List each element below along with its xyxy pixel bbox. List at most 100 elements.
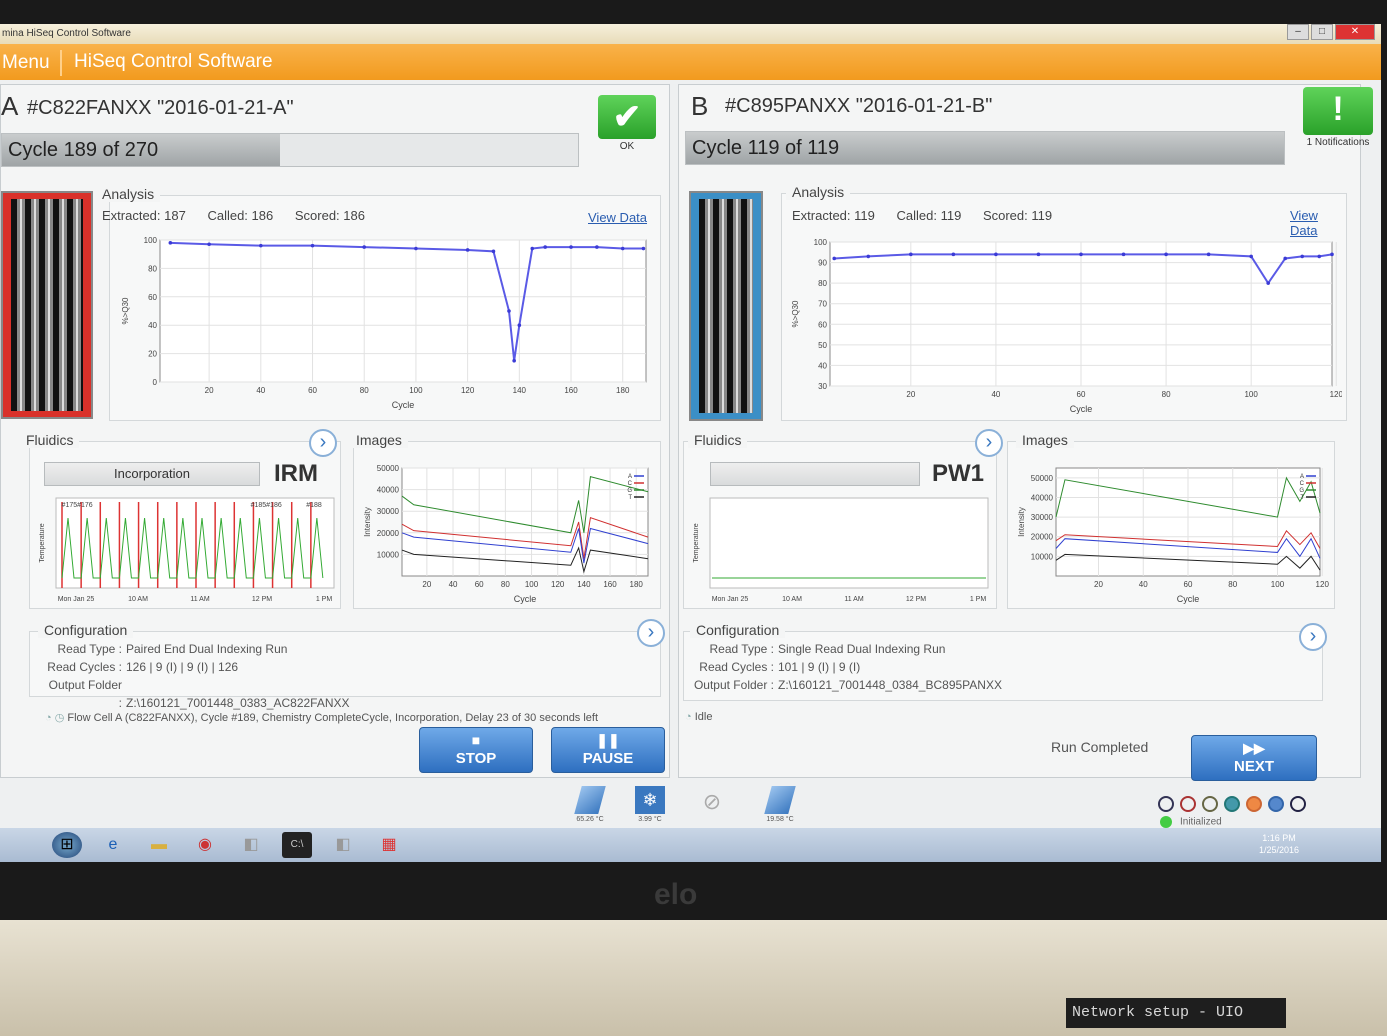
y-tick-label: 80 xyxy=(818,279,827,288)
x-tick-label: 120 xyxy=(551,580,565,589)
pause-icon: ❚❚ xyxy=(596,732,620,748)
x-tick-label: 60 xyxy=(475,580,484,589)
legend-label: T xyxy=(1300,495,1304,501)
maximize-button[interactable]: □ xyxy=(1311,24,1333,40)
pause-label: PAUSE xyxy=(582,750,634,767)
x-tick-label: 20 xyxy=(906,390,915,399)
explorer-taskbar-button[interactable]: ▬ xyxy=(144,832,174,858)
flowcell-image[interactable] xyxy=(1,191,93,419)
system-icon[interactable] xyxy=(1180,796,1196,812)
configuration-expand-button[interactable]: › xyxy=(1299,623,1327,651)
stop-button[interactable]: ■ STOP xyxy=(419,727,533,773)
minimize-button[interactable]: – xyxy=(1287,24,1309,40)
images-box: Images 20 40 60 80 100 120 140 160 180 10000 20000… xyxy=(350,432,661,609)
taskbar-clock[interactable]: 1:16 PM 1/25/2016 xyxy=(1259,832,1299,856)
q30-point xyxy=(512,358,516,363)
cycle-text: Cycle 189 of 270 xyxy=(8,139,159,161)
x-tick-label: 80 xyxy=(1162,390,1171,399)
system-icon[interactable] xyxy=(1202,796,1218,812)
y-tick-label: 80 xyxy=(148,264,157,273)
q30-point xyxy=(414,246,418,251)
y-tick-label: 70 xyxy=(818,300,827,309)
q30-point xyxy=(1317,254,1322,259)
fast-forward-icon: ▶▶ xyxy=(1243,740,1265,756)
cooler-sensor[interactable]: ❄ 3.99 °C xyxy=(632,786,668,823)
hcs-taskbar-button[interactable]: ▦ xyxy=(374,832,404,858)
app-taskbar-button[interactable]: ◧ xyxy=(328,832,358,858)
y-tick-label: 30000 xyxy=(1031,513,1054,522)
fluidics-expand-button[interactable]: › xyxy=(975,429,1003,457)
q30-point xyxy=(168,241,173,245)
y-tick-label: 50 xyxy=(818,341,827,350)
analysis-box: Analysis Extracted: 187 Called: 186 Scor… xyxy=(96,186,661,421)
q30-point xyxy=(310,243,315,248)
clock-date: 1/25/2016 xyxy=(1258,845,1299,855)
configuration-list: Read Type : Single Read Dual Indexing Run… xyxy=(688,640,1002,694)
notifications-label: 1 Notifications xyxy=(1306,137,1370,148)
config-key: Read Cycles : xyxy=(47,660,122,674)
view-data-link[interactable]: View Data xyxy=(588,210,647,225)
system-icon[interactable] xyxy=(1290,796,1306,812)
y-axis-label: %>Q30 xyxy=(791,300,800,327)
start-button[interactable]: ⊞ xyxy=(52,832,82,858)
ie-taskbar-button[interactable]: e xyxy=(98,832,128,858)
x-axis-label: Cycle xyxy=(514,594,537,604)
prohibited-icon: ⊘ xyxy=(702,789,722,814)
configuration-expand-button[interactable]: › xyxy=(637,619,665,647)
q30-chart: 20 40 60 80 100 120 30 40 50 60 70 80 90 100 Cycle %>Q3… xyxy=(791,238,1342,414)
close-button[interactable]: ✕ xyxy=(1335,24,1375,40)
system-icon[interactable] xyxy=(1224,796,1240,812)
y-tick-label: 100 xyxy=(144,236,158,245)
fluidics-expand-button[interactable]: › xyxy=(309,429,337,457)
chrome-taskbar-button[interactable]: ◉ xyxy=(190,832,220,858)
q30-point xyxy=(641,246,646,251)
intensity-chart: 20 40 60 80 100 120 140 160 180 10000 20000 30000 40… xyxy=(363,464,649,604)
config-value: 126 | 9 (I) | 9 (I) | 126 xyxy=(126,660,239,674)
cycle-text: Cycle 119 of 119 xyxy=(692,137,840,159)
next-button[interactable]: ▶▶ NEXT xyxy=(1191,735,1317,781)
x-tick-label: 100 xyxy=(525,580,539,589)
flowcell-image[interactable] xyxy=(689,191,763,421)
ok-status-button[interactable]: ✔ xyxy=(598,95,656,139)
configuration-box: Configuration Read Type : Paired End Dual… xyxy=(29,622,661,710)
system-icon[interactable] xyxy=(1268,796,1284,812)
internet-explorer-icon: e xyxy=(108,836,118,853)
y-tick-label: 100 xyxy=(814,238,828,247)
x-tick-label: 80 xyxy=(360,386,369,395)
status-line: ◔ Idle xyxy=(685,711,712,723)
legend-label: G xyxy=(1299,488,1304,494)
disabled-sensor: ⊘ xyxy=(694,788,730,818)
called-count: Called: 186 xyxy=(207,208,274,223)
config-value: Z:\160121_7001448_0383_AC822FANXX xyxy=(126,696,350,710)
menu-button[interactable]: Menu xyxy=(0,50,62,76)
window-title: mina HiSeq Control Software xyxy=(2,28,131,39)
y-tick-label: 40 xyxy=(148,321,157,330)
window-controls: – □ ✕ xyxy=(1287,24,1375,40)
status-icon: ◔ ◷ xyxy=(45,712,68,724)
folder-icon: ▬ xyxy=(151,836,167,853)
exclamation-icon: ! xyxy=(1332,90,1344,128)
system-icon[interactable] xyxy=(1158,796,1174,812)
chevron-right-icon: › xyxy=(319,431,327,453)
stage-icon xyxy=(764,786,796,814)
q30-point xyxy=(259,243,263,248)
app-taskbar-button[interactable]: ◧ xyxy=(236,832,266,858)
flowcell-stage-sensor[interactable]: 19.58 °C xyxy=(760,786,800,823)
ok-status-label: OK xyxy=(619,141,635,152)
x-tick-label: 60 xyxy=(1184,580,1193,589)
q30-point xyxy=(832,256,837,261)
cube-icon: ◧ xyxy=(335,836,351,853)
configuration-list: Read Type : Paired End Dual Indexing Run … xyxy=(46,640,350,712)
cmd-taskbar-button[interactable]: C:\ xyxy=(282,832,312,858)
x-tick-label: 120 xyxy=(461,386,475,395)
next-label: NEXT xyxy=(1233,758,1274,775)
plot-area xyxy=(159,239,647,383)
pause-button[interactable]: ❚❚ PAUSE xyxy=(551,727,665,773)
x-tick-label: 40 xyxy=(449,580,458,589)
scored-count: Scored: 119 xyxy=(982,208,1053,223)
y-axis-label: %>Q30 xyxy=(121,297,130,324)
notifications-button[interactable]: ! xyxy=(1303,87,1373,135)
status-text: Idle xyxy=(694,711,713,723)
system-icon[interactable] xyxy=(1246,796,1262,812)
reagent-chiller-sensor[interactable]: 65.26 °C xyxy=(572,786,608,823)
